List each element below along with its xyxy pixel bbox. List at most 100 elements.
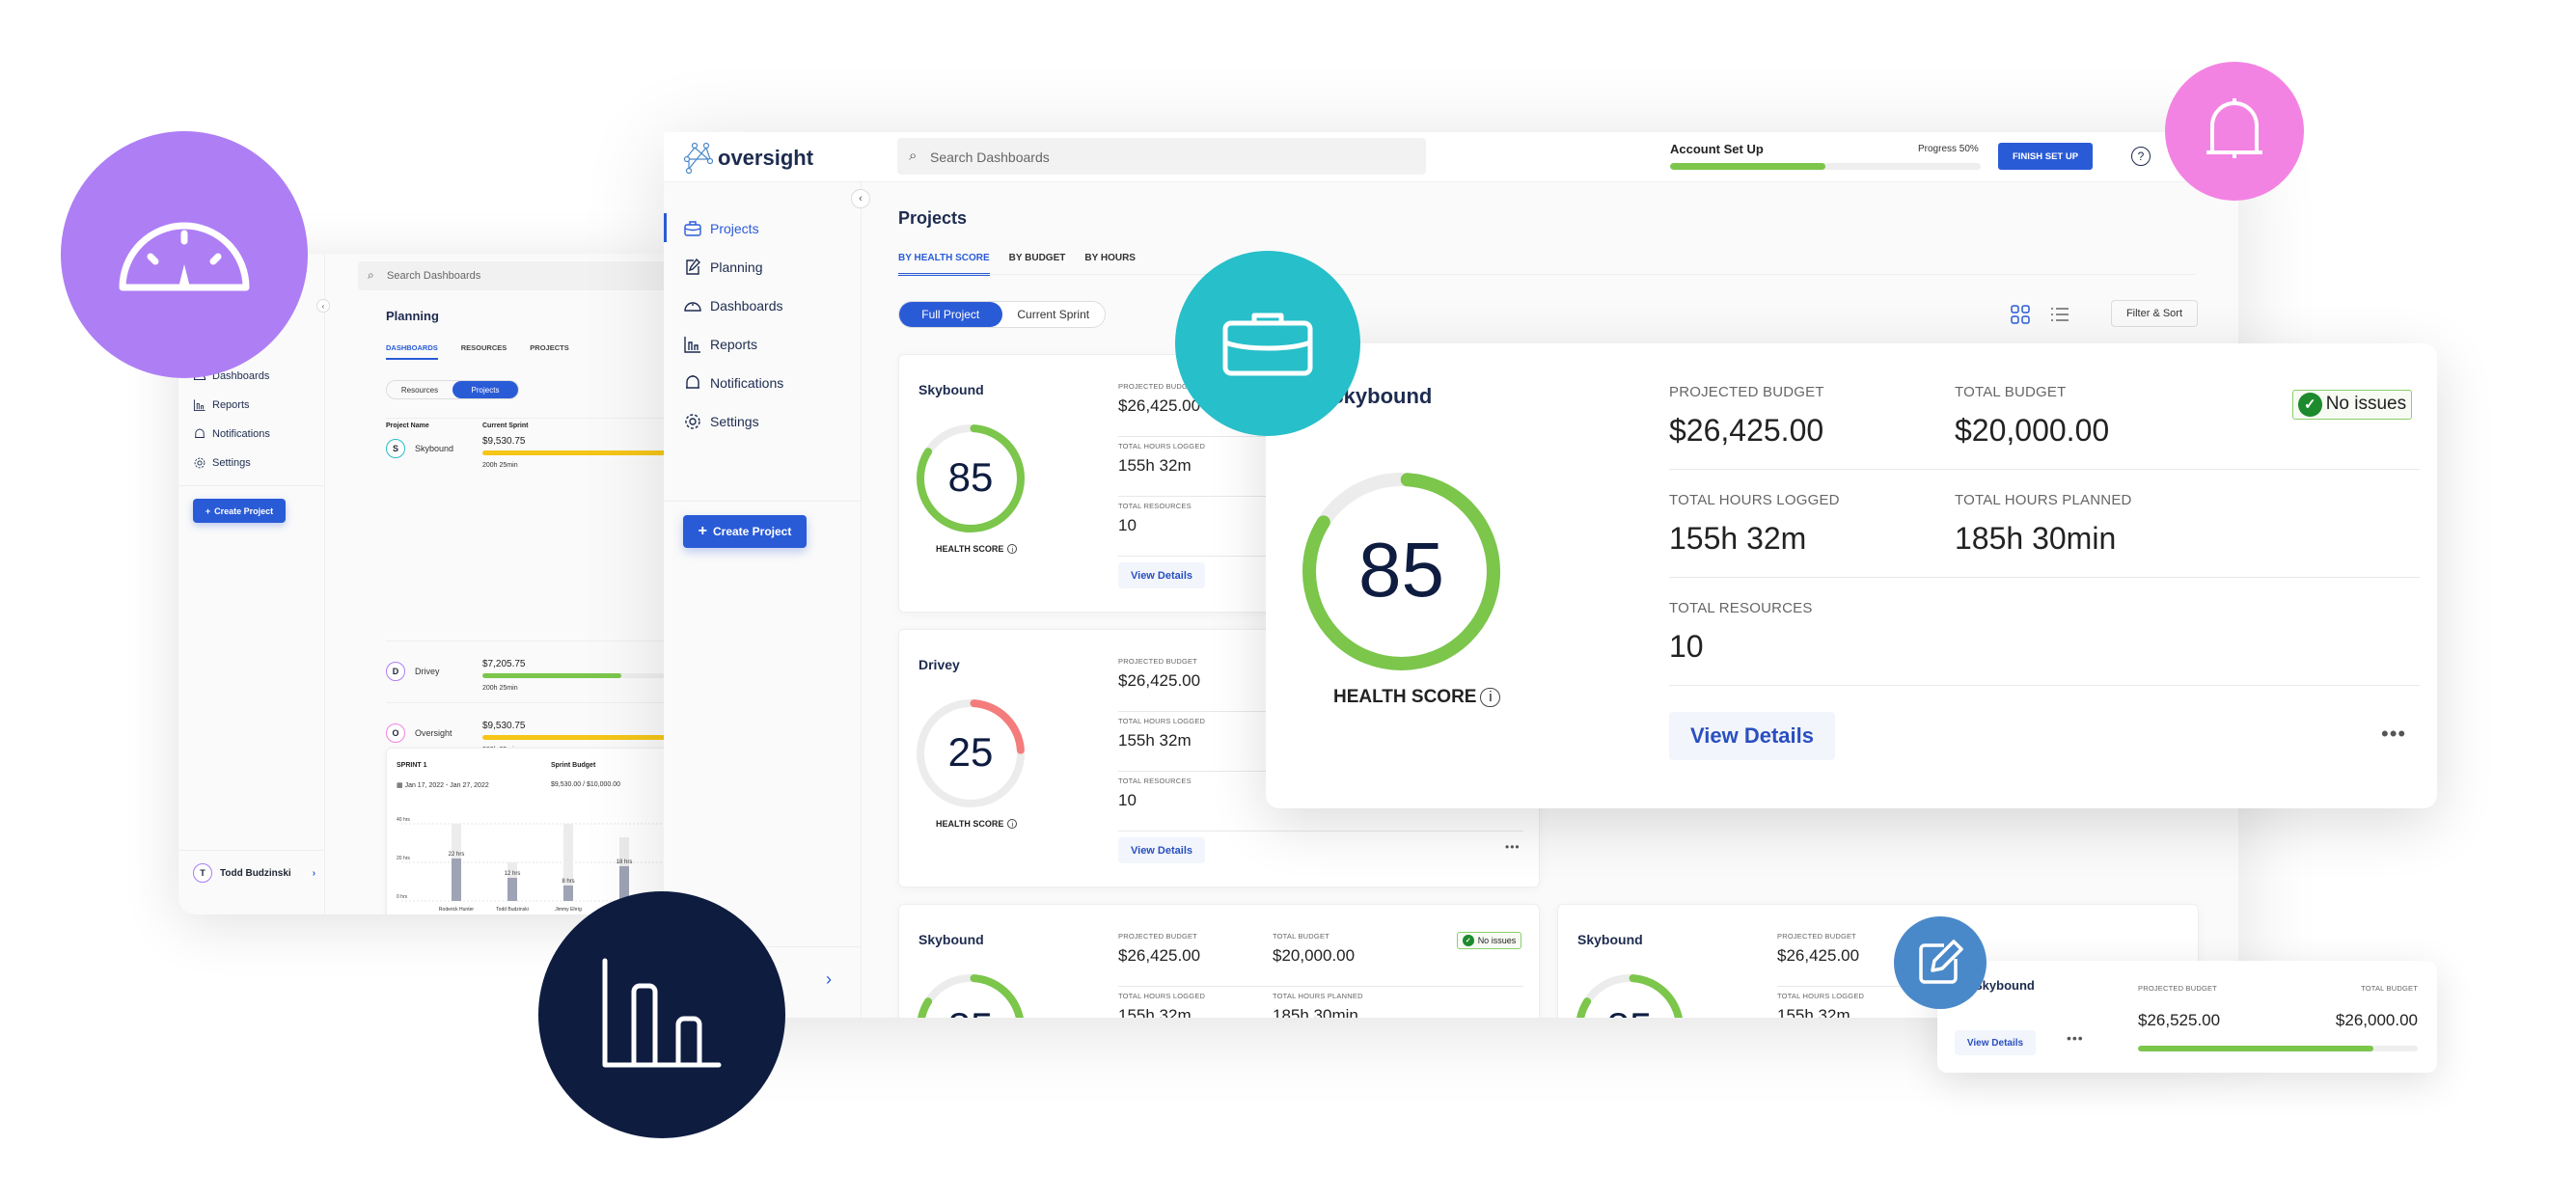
- hours-logged-label: TOTAL HOURS LOGGED: [1118, 442, 1206, 450]
- hours-logged-label: TOTAL HOURS LOGGED: [1777, 992, 1865, 1000]
- tabs: DASHBOARDS RESOURCES PROJECTS: [386, 343, 569, 360]
- avatar: T: [193, 863, 212, 883]
- divider: [178, 485, 325, 486]
- bar-logged: [452, 859, 461, 901]
- health-score-text: HEALTH SCORE: [1333, 687, 1477, 707]
- segment-projects[interactable]: Projects: [452, 381, 518, 398]
- hours-planned-value: 185h 30min: [1955, 521, 2117, 556]
- help-icon[interactable]: ?: [2131, 147, 2151, 166]
- more-options-icon[interactable]: •••: [1505, 840, 1521, 854]
- project-row[interactable]: S Skybound $9,530.75 200h 25min: [386, 418, 675, 479]
- divider: [178, 850, 325, 851]
- projected-budget-value: $26,425.00: [1777, 946, 1860, 965]
- info-icon[interactable]: i: [1007, 819, 1018, 829]
- hours-logged-label: TOTAL HOURS LOGGED: [1118, 717, 1206, 725]
- nav-label: Planning: [710, 259, 763, 275]
- project-name: Skybound: [1577, 932, 1643, 947]
- project-row[interactable]: D Drivey $7,205.75 200h 25min: [386, 641, 675, 702]
- nav-item-reports[interactable]: Reports: [683, 335, 757, 354]
- create-project-button[interactable]: + Create Project: [683, 515, 807, 548]
- nav-label: Settings: [212, 457, 251, 469]
- health-score-gauge: 85: [917, 424, 1025, 532]
- account-setup-title: Account Set Up: [1670, 142, 1764, 156]
- tab-projects[interactable]: PROJECTS: [530, 343, 568, 360]
- button-label: Create Project: [712, 525, 792, 538]
- back-nav-reports[interactable]: Reports: [193, 398, 250, 412]
- sprint-amount: $9,530.75: [482, 721, 526, 731]
- list-view-icon[interactable]: [2049, 304, 2070, 325]
- health-score-text: HEALTH SCORE: [936, 819, 1004, 829]
- sidebar: Projects Planning Dashboards Reports Notific…: [664, 182, 862, 1018]
- segment-resources[interactable]: Resources: [387, 381, 452, 398]
- back-nav-settings[interactable]: Settings: [193, 456, 251, 470]
- view-details-button[interactable]: View Details: [1955, 1030, 2036, 1055]
- tab-dashboards[interactable]: DASHBOARDS: [386, 343, 438, 360]
- resources-value: 10: [1118, 791, 1137, 809]
- health-score-gauge: 85: [1576, 974, 1684, 1018]
- search-icon: ⌕: [909, 148, 918, 164]
- plus-icon: +: [205, 505, 211, 516]
- nav-item-planning[interactable]: Planning: [683, 258, 763, 277]
- x-tick-label: Jimmy Ehrig: [555, 907, 582, 913]
- y-tick-label: 0 hrs: [397, 894, 408, 900]
- sprint-hours: 200h 25min: [482, 462, 518, 469]
- nav-item-notifications[interactable]: Notifications: [683, 373, 783, 393]
- grid-view-icon[interactable]: [2010, 304, 2031, 325]
- nav-item-projects[interactable]: Projects: [664, 213, 759, 242]
- tab-by-hours[interactable]: BY HOURS: [1084, 253, 1136, 276]
- more-options-icon[interactable]: •••: [2067, 1030, 2084, 1046]
- info-icon[interactable]: i: [1480, 687, 1501, 708]
- sprint-panel: SPRINT 1 ▦ Jan 17, 2022 - Jan 27, 2022 S…: [386, 748, 680, 914]
- gauge-icon: [684, 302, 701, 312]
- create-project-button[interactable]: + Create Project: [193, 499, 286, 523]
- project-name: Skybound: [918, 932, 984, 947]
- view-details-button[interactable]: View Details: [1118, 562, 1205, 588]
- top-bar: oversight ⌕ Search Dashboards Account Set…: [664, 132, 2238, 182]
- projected-budget-label: PROJECTED BUDGET: [1777, 932, 1856, 941]
- projected-budget-label: PROJECTED BUDGET: [1669, 384, 1824, 400]
- chevron-right-icon[interactable]: ›: [826, 969, 832, 990]
- projects-feature-badge: [1175, 251, 1360, 436]
- health-score-gauge: 85: [1302, 473, 1500, 670]
- nav-item-settings[interactable]: Settings: [683, 412, 759, 431]
- health-score-value: 85: [1576, 1004, 1684, 1018]
- user-menu[interactable]: T Todd Budzinski ›: [193, 863, 315, 883]
- tab-by-health-score[interactable]: BY HEALTH SCORE: [898, 253, 990, 276]
- filter-sort-button[interactable]: Filter & Sort: [2111, 300, 2198, 327]
- search-placeholder: Search Dashboards: [930, 150, 1050, 165]
- nav-label: Reports: [710, 337, 758, 352]
- logo[interactable]: oversight: [683, 142, 813, 175]
- total-budget-value: $26,000.00: [2335, 1011, 2418, 1029]
- collapse-sidebar-button[interactable]: ‹: [316, 299, 330, 313]
- divider: [1669, 685, 2420, 686]
- resources-value: 10: [1669, 629, 1704, 664]
- view-details-button[interactable]: View Details: [1669, 712, 1835, 760]
- back-nav-notifications[interactable]: Notifications: [193, 427, 270, 441]
- tab-resources[interactable]: RESOURCES: [461, 343, 507, 360]
- collapse-sidebar-button[interactable]: ‹: [851, 189, 870, 208]
- project-avatar: O: [386, 723, 405, 743]
- tab-by-budget[interactable]: BY BUDGET: [1009, 253, 1066, 276]
- health-score-value: 25: [947, 728, 994, 775]
- briefcase-icon: [684, 221, 701, 236]
- search-input[interactable]: ⌕ Search Dashboards: [358, 261, 680, 290]
- dashboard-feature-badge: [61, 131, 308, 378]
- sprint-hours: 200h 25min: [482, 685, 518, 692]
- total-budget-label: TOTAL BUDGET: [2361, 984, 2418, 993]
- total-budget-value: $20,000.00: [1273, 946, 1356, 965]
- search-input[interactable]: ⌕ Search Dashboards: [897, 138, 1426, 175]
- nav-item-dashboards[interactable]: Dashboards: [683, 296, 783, 315]
- divider: [664, 501, 862, 502]
- resources-label: TOTAL RESOURCES: [1118, 502, 1192, 510]
- y-tick-label: 40 hrs: [397, 817, 410, 823]
- finish-setup-button[interactable]: FINISH SET UP: [1998, 143, 2093, 170]
- segment-current-sprint[interactable]: Current Sprint: [1002, 302, 1106, 327]
- more-options-icon[interactable]: •••: [2381, 722, 2406, 747]
- calendar-icon: ▦: [397, 782, 405, 789]
- user-name: Todd Budzinski: [220, 867, 291, 879]
- view-details-button[interactable]: View Details: [1118, 837, 1205, 863]
- info-icon[interactable]: i: [1007, 544, 1018, 554]
- hours-logged-value: 155h 32m: [1118, 731, 1192, 750]
- segment-full-project[interactable]: Full Project: [899, 302, 1002, 327]
- nav-label: Reports: [212, 399, 250, 411]
